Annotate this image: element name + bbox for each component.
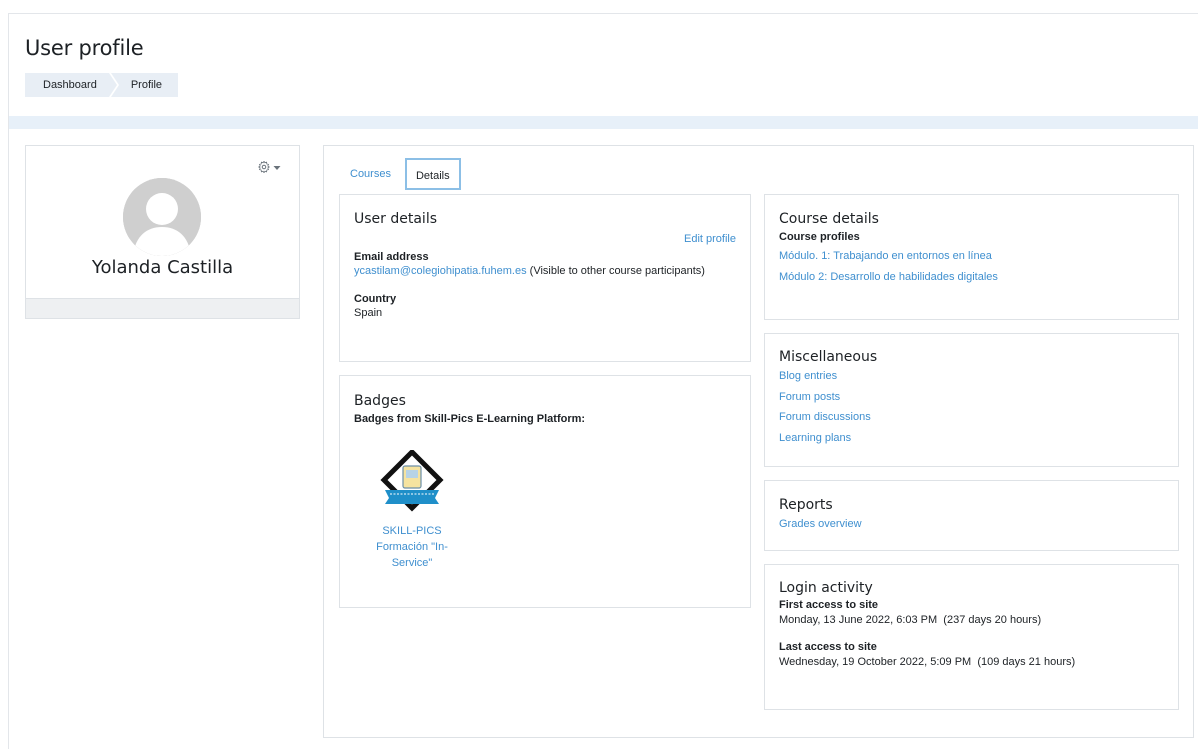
badge-icon[interactable] xyxy=(380,448,444,516)
breadcrumb-dashboard[interactable]: Dashboard xyxy=(25,73,119,97)
reports-heading: Reports xyxy=(779,497,833,513)
miscellaneous-section: Miscellaneous Blog entries Forum posts F… xyxy=(764,333,1179,467)
first-access-label: First access to site xyxy=(779,599,879,611)
email-label: Email address xyxy=(354,251,429,263)
gear-icon[interactable] xyxy=(258,159,270,176)
user-details-section: User details Edit profile Email address … xyxy=(339,194,751,362)
course-details-heading: Course details xyxy=(779,211,879,227)
breadcrumb-profile[interactable]: Profile xyxy=(110,73,179,97)
grades-overview-link[interactable]: Grades overview xyxy=(779,518,862,530)
page-header: User profile Dashboard Profile xyxy=(9,14,1198,115)
user-details-heading: User details xyxy=(354,211,438,227)
email-link[interactable]: ycastilam@colegiohipatia.fuhem.es xyxy=(354,265,527,277)
breadcrumb: Dashboard Profile xyxy=(25,73,179,97)
header-band xyxy=(9,116,1198,129)
forum-posts-link[interactable]: Forum posts xyxy=(779,391,840,403)
email-visibility-note: (Visible to other course participants) xyxy=(529,265,705,277)
badges-heading: Badges xyxy=(354,393,406,409)
last-access-value: Wednesday, 19 October 2022, 5:09 PM (109… xyxy=(779,656,1076,668)
badge-name-line1[interactable]: SKILL-PICS xyxy=(362,523,462,539)
chevron-down-icon[interactable] xyxy=(273,162,281,174)
course-link-modulo-1[interactable]: Módulo. 1: Trabajando en entornos en lín… xyxy=(779,250,992,262)
avatar xyxy=(123,178,201,256)
page-title: User profile xyxy=(25,36,144,60)
badges-subheading: Badges from Skill-Pics E-Learning Platfo… xyxy=(354,413,586,425)
user-silhouette-icon xyxy=(123,178,201,256)
course-link-modulo-2[interactable]: Módulo 2: Desarrollo de habilidades digi… xyxy=(779,271,998,283)
forum-discussions-link[interactable]: Forum discussions xyxy=(779,411,871,423)
badge-name-line3[interactable]: Service" xyxy=(362,555,462,571)
blog-entries-link[interactable]: Blog entries xyxy=(779,370,837,382)
first-access-value: Monday, 13 June 2022, 6:03 PM (237 days … xyxy=(779,614,1042,626)
profile-actions-menu[interactable] xyxy=(258,159,288,176)
badges-section: Badges Badges from Skill-Pics E-Learning… xyxy=(339,375,751,608)
login-activity-heading: Login activity xyxy=(779,580,873,596)
miscellaneous-heading: Miscellaneous xyxy=(779,349,878,365)
reports-section: Reports Grades overview xyxy=(764,480,1179,551)
login-activity-section: Login activity First access to site Mond… xyxy=(764,564,1179,710)
last-access-label: Last access to site xyxy=(779,641,877,653)
edit-profile-link[interactable]: Edit profile xyxy=(684,233,736,245)
tab-details[interactable]: Details xyxy=(404,158,461,190)
badge-name-line2[interactable]: Formación "In- xyxy=(362,539,462,555)
profile-card-footer xyxy=(26,298,299,318)
country-label: Country xyxy=(354,293,397,305)
learning-plans-link[interactable]: Learning plans xyxy=(779,432,851,444)
course-profiles-label: Course profiles xyxy=(779,231,860,243)
profile-card: Yolanda Castilla xyxy=(25,145,300,319)
profile-tabs: Courses Details xyxy=(340,158,461,190)
badge-item[interactable]: SKILL-PICS Formación "In- Service" xyxy=(362,448,462,571)
course-details-section: Course details Course profiles Módulo. 1… xyxy=(764,194,1179,320)
country-value: Spain xyxy=(354,307,383,319)
profile-name: Yolanda Castilla xyxy=(91,257,234,278)
tab-courses[interactable]: Courses xyxy=(340,158,401,190)
